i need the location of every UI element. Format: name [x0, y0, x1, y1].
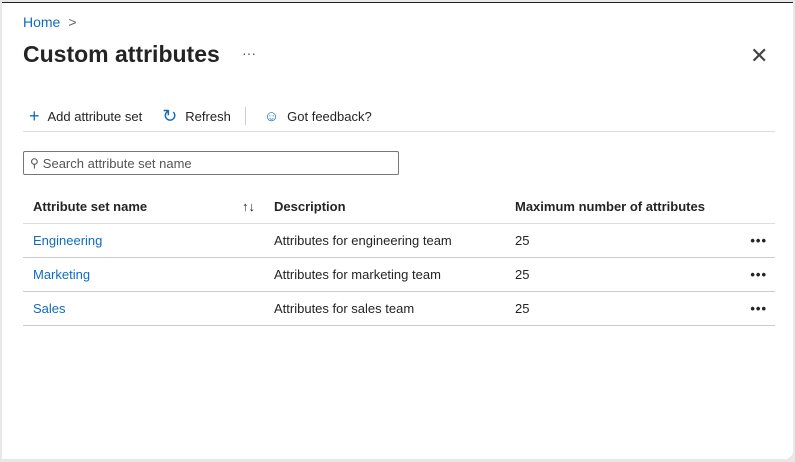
row-more-button[interactable]: •••: [735, 257, 775, 292]
refresh-icon: ↻: [162, 105, 178, 126]
sort-icon[interactable]: ↑↓: [242, 199, 255, 214]
more-options-button[interactable]: ···: [242, 45, 256, 61]
table-row: Engineering Attributes for engineering te…: [23, 223, 775, 258]
toolbar: + Add attribute set ↻ Refresh ☺ Got feedbac…: [23, 101, 775, 132]
refresh-button[interactable]: ↻ Refresh: [156, 106, 231, 127]
column-header-max: Maximum number of attributes: [505, 189, 736, 224]
max-cell: 25: [505, 291, 736, 326]
attribute-set-link[interactable]: Marketing: [33, 267, 90, 282]
custom-attributes-panel: Home > Custom attributes ··· ✕ + Add attri…: [2, 2, 793, 459]
description-cell: Attributes for sales team: [264, 291, 505, 326]
refresh-label: Refresh: [185, 108, 231, 124]
description-cell: Attributes for engineering team: [264, 223, 505, 258]
page-title: Custom attributes: [23, 41, 220, 67]
add-attribute-set-button[interactable]: + Add attribute set: [23, 106, 142, 127]
feedback-label: Got feedback?: [287, 108, 372, 124]
feedback-icon: ☺: [263, 107, 280, 125]
close-button[interactable]: ✕: [750, 43, 768, 69]
chevron-right-icon: >: [68, 14, 77, 30]
max-cell: 25: [505, 223, 736, 258]
row-more-button[interactable]: •••: [735, 291, 775, 326]
search-box[interactable]: ⚲ Search attribute set name: [23, 151, 399, 175]
attribute-set-link[interactable]: Engineering: [33, 233, 102, 248]
column-header-description: Description: [264, 189, 505, 224]
plus-icon: +: [29, 105, 40, 126]
search-input[interactable]: Search attribute set name: [43, 156, 192, 171]
search-icon: ⚲: [30, 156, 39, 170]
table-row: Sales Attributes for sales team 25 •••: [23, 291, 775, 326]
column-header-actions: [735, 189, 775, 224]
add-label: Add attribute set: [47, 108, 143, 124]
table-row: Marketing Attributes for marketing team 25…: [23, 257, 775, 292]
description-cell: Attributes for marketing team: [264, 257, 505, 292]
divider: [244, 107, 246, 125]
column-header-name[interactable]: Attribute set name ↑↓: [23, 189, 264, 224]
attribute-sets-table: Attribute set name ↑↓ Description Maximum…: [23, 189, 775, 326]
row-more-button[interactable]: •••: [735, 223, 775, 258]
max-cell: 25: [505, 257, 736, 292]
header-label: Attribute set name: [33, 198, 148, 214]
breadcrumb-home[interactable]: Home: [23, 14, 60, 30]
feedback-button[interactable]: ☺ Got feedback?: [258, 108, 372, 125]
breadcrumb: Home >: [23, 14, 77, 30]
attribute-set-link[interactable]: Sales: [33, 301, 66, 316]
